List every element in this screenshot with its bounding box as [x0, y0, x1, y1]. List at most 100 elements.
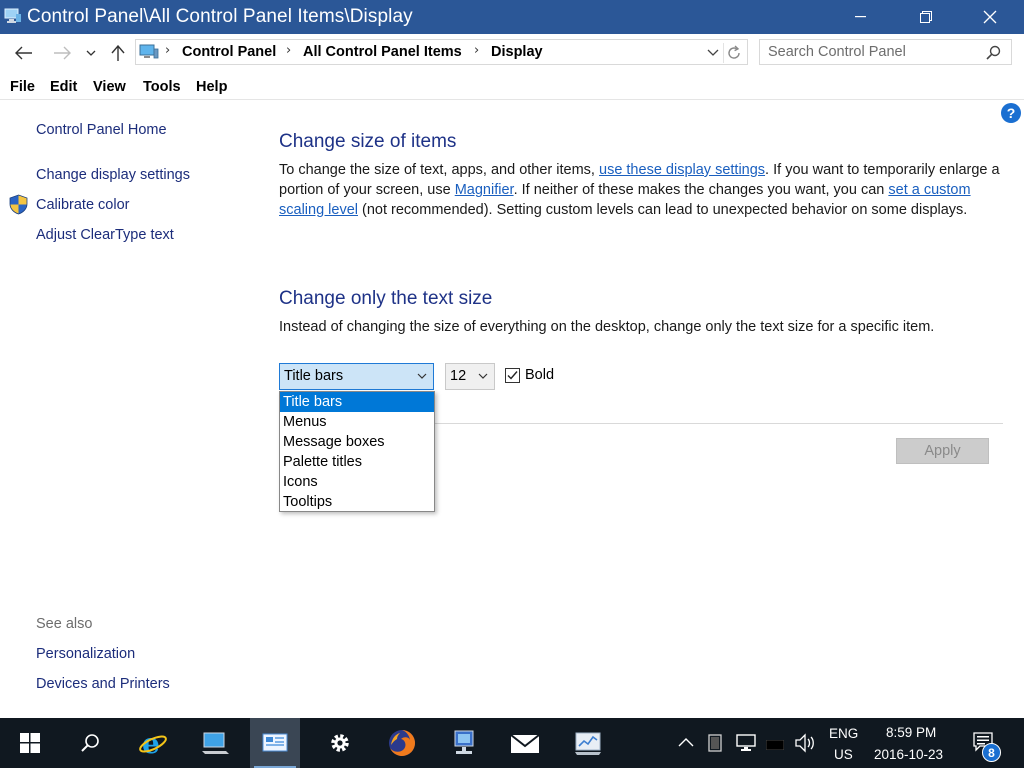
control-panel-home-link[interactable]: Control Panel Home — [36, 122, 167, 138]
help-icon[interactable]: ? — [1001, 103, 1021, 123]
address-bar[interactable]: › Control Panel › All Control Panel Item… — [135, 39, 748, 65]
dropdown-option-title-bars[interactable]: Title bars — [280, 392, 434, 412]
checkmark-icon — [507, 371, 518, 380]
clock-date[interactable]: 2016-10-23 — [874, 747, 943, 762]
breadcrumb-separator-icon[interactable]: › — [286, 43, 291, 58]
menu-bar: File Edit View Tools Help — [0, 72, 1024, 100]
search-box[interactable] — [759, 39, 1012, 65]
notification-count-badge: 8 — [982, 743, 1001, 762]
apply-button[interactable]: Apply — [896, 438, 989, 464]
personalization-link[interactable]: Personalization — [36, 646, 135, 662]
title-bar: Control Panel\All Control Panel Items\Di… — [0, 0, 1024, 34]
volume-icon[interactable] — [794, 733, 816, 757]
breadcrumb-display[interactable]: Display — [491, 44, 543, 60]
region-indicator[interactable]: US — [834, 747, 853, 762]
refresh-button[interactable] — [723, 43, 744, 63]
bold-checkbox-label[interactable]: Bold — [525, 367, 554, 383]
search-icon[interactable] — [986, 45, 1001, 64]
monitor-chart-icon — [575, 732, 601, 755]
back-button[interactable] — [13, 42, 35, 64]
taskbar-search-button[interactable] — [65, 718, 115, 768]
tray-battery-icon[interactable] — [765, 738, 785, 754]
menu-file[interactable]: File — [10, 79, 35, 95]
start-button[interactable] — [5, 718, 55, 768]
devices-and-printers-link[interactable]: Devices and Printers — [36, 676, 170, 692]
clock-time[interactable]: 8:59 PM — [886, 725, 936, 740]
control-panel-icon — [262, 733, 288, 752]
minimize-button[interactable] — [838, 0, 884, 34]
network-icon[interactable] — [736, 734, 756, 756]
address-row: › Control Panel › All Control Panel Item… — [0, 34, 1024, 72]
up-arrow-icon — [111, 44, 125, 61]
search-input[interactable] — [768, 43, 978, 61]
refresh-icon — [728, 45, 740, 59]
dropdown-option-tooltips[interactable]: Tooltips — [280, 492, 434, 512]
restore-button[interactable] — [903, 0, 949, 34]
dropdown-option-message-boxes[interactable]: Message boxes — [280, 432, 434, 452]
chevron-up-icon — [678, 738, 694, 747]
text-item-dropdown-list: Title bars Menus Message boxes Palette t… — [279, 391, 435, 512]
mail-button[interactable] — [500, 718, 550, 768]
breadcrumb-all-items[interactable]: All Control Panel Items — [303, 44, 462, 60]
control-panel-taskbar-button[interactable] — [250, 718, 300, 768]
text-item-select-value: Title bars — [284, 368, 344, 384]
chevron-down-icon — [417, 373, 427, 379]
close-button[interactable] — [967, 0, 1013, 34]
see-also-label: See also — [36, 616, 93, 632]
control-panel-app-icon[interactable] — [4, 8, 22, 24]
search-icon — [81, 734, 99, 752]
gear-icon — [331, 734, 349, 752]
show-hidden-icons-button[interactable] — [678, 735, 694, 751]
font-size-select-value: 12 — [450, 368, 467, 384]
network-connections-button[interactable] — [440, 718, 490, 768]
dropdown-option-palette-titles[interactable]: Palette titles — [280, 452, 434, 472]
firefox-button[interactable] — [377, 718, 427, 768]
breadcrumb-separator-icon[interactable]: › — [165, 43, 170, 58]
change-size-description: To change the size of text, apps, and ot… — [279, 160, 1007, 220]
change-text-size-description: Instead of changing the size of everythi… — [279, 319, 935, 335]
settings-button[interactable] — [315, 718, 365, 768]
change-size-heading: Change size of items — [279, 131, 457, 152]
window-title: Control Panel\All Control Panel Items\Di… — [27, 6, 413, 27]
mail-icon — [510, 734, 540, 753]
change-display-settings-link[interactable]: Change display settings — [36, 167, 190, 183]
windows-logo-icon — [20, 733, 40, 753]
minimize-icon — [855, 16, 866, 18]
dropdown-option-menus[interactable]: Menus — [280, 412, 434, 432]
forward-arrow-icon — [54, 46, 71, 60]
network-computer-icon — [454, 730, 474, 754]
firefox-icon — [389, 730, 415, 756]
adjust-cleartype-link[interactable]: Adjust ClearType text — [36, 227, 174, 243]
change-text-size-heading: Change only the text size — [279, 288, 493, 309]
address-dropdown-button[interactable] — [707, 45, 719, 61]
breadcrumb-control-panel[interactable]: Control Panel — [182, 44, 276, 60]
recent-locations-button[interactable] — [82, 42, 100, 64]
menu-view[interactable]: View — [93, 79, 126, 95]
menu-edit[interactable]: Edit — [50, 79, 77, 95]
breadcrumb-separator-icon[interactable]: › — [474, 43, 479, 58]
internet-explorer-button[interactable]: e — [128, 718, 178, 768]
magnifier-link[interactable]: Magnifier — [455, 182, 514, 198]
computer-icon — [139, 44, 159, 64]
computer-icon — [202, 732, 229, 754]
restore-icon — [920, 11, 932, 23]
font-size-select[interactable]: 12 — [445, 363, 495, 390]
dropdown-option-icons[interactable]: Icons — [280, 472, 434, 492]
internet-explorer-icon: e — [139, 729, 167, 757]
performance-monitor-button[interactable] — [563, 718, 613, 768]
text-item-select[interactable]: Title bars — [279, 363, 434, 390]
tray-app-icon[interactable] — [708, 734, 722, 756]
bold-checkbox[interactable] — [505, 368, 520, 383]
this-pc-button[interactable] — [190, 718, 240, 768]
calibrate-color-link[interactable]: Calibrate color — [36, 197, 130, 213]
menu-help[interactable]: Help — [196, 79, 227, 95]
chevron-down-icon — [86, 50, 96, 56]
forward-button[interactable] — [51, 42, 73, 64]
up-button[interactable] — [107, 42, 129, 64]
close-icon — [983, 10, 997, 24]
chevron-down-icon — [478, 373, 488, 379]
left-navigation-pane: Control Panel Home Change display settin… — [0, 101, 260, 717]
menu-tools[interactable]: Tools — [143, 79, 181, 95]
display-settings-link[interactable]: use these display settings — [599, 162, 765, 178]
language-indicator[interactable]: ENG — [829, 726, 858, 741]
